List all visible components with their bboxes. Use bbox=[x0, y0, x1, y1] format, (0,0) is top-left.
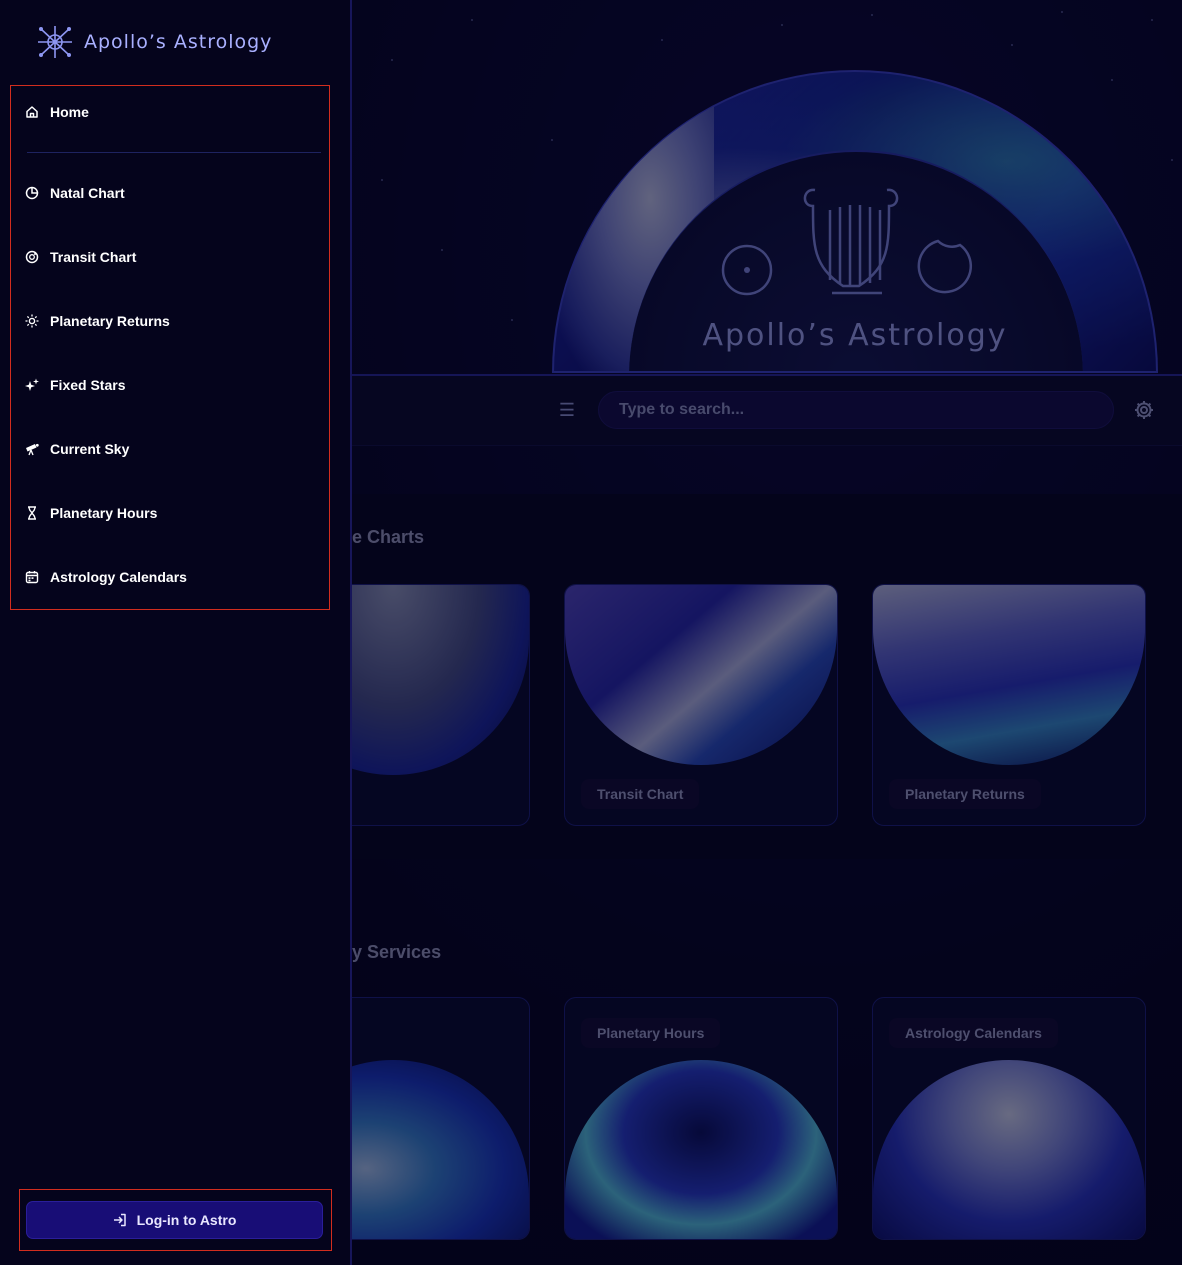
login-button[interactable]: Log-in to Astro bbox=[26, 1201, 323, 1239]
sidebar-item-planetary-hours[interactable]: Planetary Hours bbox=[25, 499, 157, 527]
card-astrology-calendars[interactable]: Astrology Calendars bbox=[872, 997, 1146, 1240]
card-label: Astrology Calendars bbox=[889, 1018, 1058, 1048]
section-title-charts: e Charts bbox=[352, 527, 425, 547]
chart-pie-icon bbox=[25, 186, 39, 200]
sidebar-item-label: Fixed Stars bbox=[50, 377, 126, 393]
compass-star-icon bbox=[38, 26, 72, 58]
home-icon bbox=[26, 106, 38, 118]
login-area: Log-in to Astro bbox=[19, 1189, 332, 1251]
sidebar-item-transit-chart[interactable]: Transit Chart bbox=[25, 243, 136, 271]
login-button-label: Log-in to Astro bbox=[136, 1212, 237, 1228]
divider bbox=[27, 152, 321, 153]
sidebar-nav: Home Natal Chart Transit Chart Planetary… bbox=[10, 85, 330, 610]
card-label: Planetary Returns bbox=[889, 779, 1041, 809]
telescope-icon bbox=[26, 443, 39, 456]
card-planetary-returns[interactable]: Planetary Returns bbox=[872, 584, 1146, 826]
search-input[interactable] bbox=[619, 401, 1093, 419]
sidebar-item-label: Planetary Returns bbox=[50, 313, 170, 329]
sidebar-item-label: Transit Chart bbox=[50, 249, 137, 265]
search-bar[interactable] bbox=[598, 391, 1114, 429]
card-label: Planetary Hours bbox=[581, 1018, 721, 1048]
brand-logo[interactable]: Apollo’s Astrology bbox=[36, 24, 272, 60]
sidebar-drawer: Apollo’s Astrology Home Natal Chart Tran… bbox=[0, 0, 352, 1265]
sidebar-item-planetary-returns[interactable]: Planetary Returns bbox=[25, 307, 170, 335]
card-transit-chart[interactable]: Transit Chart bbox=[564, 584, 838, 826]
sparkles-icon bbox=[25, 378, 39, 391]
planetary-hours-image bbox=[565, 1060, 837, 1239]
brand-name: Apollo’s Astrology bbox=[84, 31, 273, 53]
section-title-services: y Services bbox=[352, 942, 442, 962]
sidebar-item-label: Astrology Calendars bbox=[50, 569, 187, 585]
astrology-calendars-image bbox=[873, 1060, 1145, 1239]
gear-icon[interactable] bbox=[1132, 398, 1156, 422]
sidebar-item-fixed-stars[interactable]: Fixed Stars bbox=[25, 371, 125, 399]
sidebar-item-astrology-calendars[interactable]: Astrology Calendars bbox=[25, 563, 187, 591]
hero-title: Apollo’s Astrology bbox=[702, 318, 1008, 353]
planetary-returns-image bbox=[873, 585, 1145, 765]
sidebar-item-home[interactable]: Home bbox=[25, 98, 89, 126]
calendar-icon bbox=[25, 571, 39, 584]
transit-chart-image bbox=[565, 585, 837, 765]
sun-icon bbox=[25, 314, 39, 328]
sidebar-item-label: Home bbox=[50, 104, 89, 120]
card-label: Transit Chart bbox=[581, 779, 700, 809]
hourglass-icon bbox=[28, 506, 36, 520]
menu-icon[interactable]: ☰ bbox=[555, 400, 579, 420]
login-icon bbox=[113, 1213, 126, 1227]
lyre-sun-moon-icon bbox=[721, 188, 973, 296]
orbit-icon bbox=[25, 250, 39, 264]
sidebar-item-natal-chart[interactable]: Natal Chart bbox=[25, 179, 125, 207]
sidebar-item-current-sky[interactable]: Current Sky bbox=[25, 435, 129, 463]
sidebar-item-label: Current Sky bbox=[50, 441, 130, 457]
sidebar-item-label: Natal Chart bbox=[50, 185, 125, 201]
sidebar-item-label: Planetary Hours bbox=[50, 505, 158, 521]
card-planetary-hours[interactable]: Planetary Hours bbox=[564, 997, 838, 1240]
